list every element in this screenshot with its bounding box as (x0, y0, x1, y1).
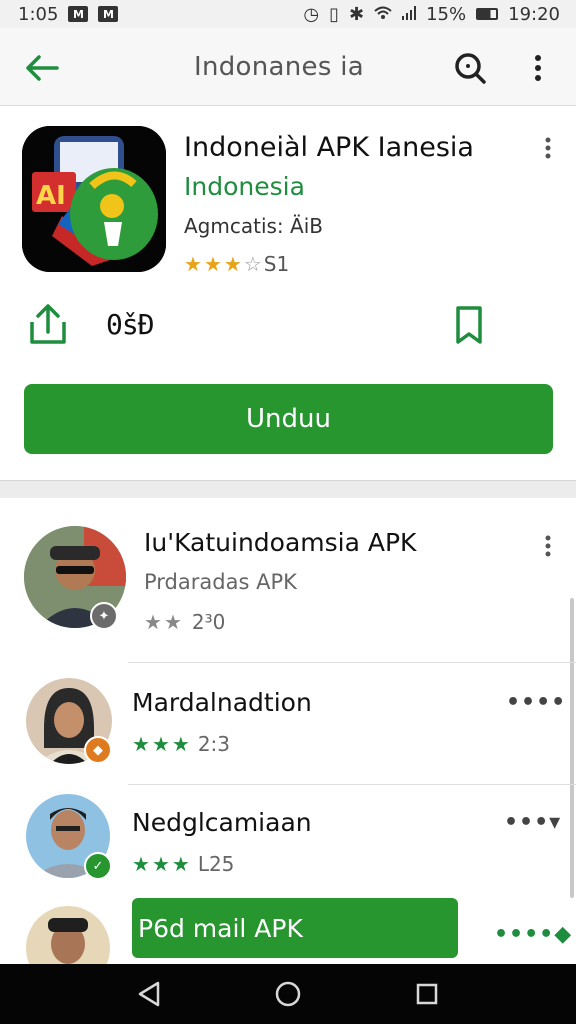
get-apk-button[interactable]: P6d mail APK (132, 898, 458, 958)
star-icon: ★ (223, 252, 242, 276)
star-icon: ★ (163, 610, 182, 634)
list-item-more-button[interactable]: •••▾ (504, 810, 561, 835)
search-button[interactable] (450, 48, 490, 88)
search-icon (455, 53, 486, 84)
app-size: 0šĐ (106, 308, 155, 341)
bookmark-icon (456, 306, 482, 344)
status-time-left: 1:05 (18, 3, 59, 25)
bluetooth-icon: ✱ (349, 3, 365, 25)
list-item-more-button[interactable]: •••• (506, 690, 566, 715)
more-vert-icon (545, 137, 551, 159)
battery-icon (476, 8, 499, 20)
star-icon: ★ (151, 732, 170, 756)
install-button[interactable]: Unduu (24, 384, 553, 454)
status-time-right: 19:20 (508, 3, 560, 25)
app-name: Indoneiàl APK Ianesia (184, 132, 474, 163)
check-badge-icon: ✓ (84, 852, 112, 880)
arrow-left-icon (26, 55, 59, 81)
system-nav-bar (0, 964, 576, 1024)
more-vert-icon (545, 535, 551, 557)
list-divider (128, 662, 576, 663)
list-item-rating: ★ ★ ★ 2:3 (132, 732, 230, 756)
status-bar-left: 1:05 M M (18, 3, 119, 25)
related-apps-list: ✦ Iu'Katuindoamsia APK Prdaradas APK ★ ★… (0, 498, 576, 964)
avatar[interactable] (26, 906, 110, 964)
star-icon: ★ (132, 852, 150, 876)
scrollbar[interactable] (570, 598, 574, 898)
list-item-more-button[interactable]: ••••◆ (494, 922, 572, 947)
list-item-rating-text: 2:3 (197, 732, 230, 756)
app-icon[interactable]: AI (22, 126, 166, 272)
vibrate-icon: ▯ (329, 3, 340, 25)
verified-badge-icon: ✦ (90, 602, 118, 630)
star-icon: ★ (144, 610, 162, 634)
nav-home-button[interactable] (268, 974, 308, 1014)
signal-icon (402, 4, 417, 25)
list-item-title[interactable]: Nedglcamiaan (132, 808, 312, 837)
star-icon: ★ (171, 732, 190, 756)
share-button[interactable] (24, 302, 72, 346)
app-developer-link[interactable]: Indonesia (184, 172, 305, 201)
orange-badge-icon: ◆ (84, 736, 112, 764)
status-bar-right: ◷ ▯ ✱ 15% 19:20 (303, 4, 560, 25)
app-card-menu-button[interactable] (536, 136, 560, 160)
more-vert-icon (535, 55, 541, 81)
back-button[interactable] (22, 50, 62, 86)
list-item-subtitle: Prdaradas APK (144, 570, 297, 594)
list-item-rating: ★ ★ 2³0 (144, 610, 225, 634)
list-item-title[interactable]: Mardalnadtion (132, 688, 312, 717)
app-bar: Indonanes ia (0, 28, 576, 106)
star-outline-icon: ☆ (243, 252, 262, 276)
star-icon: ★ (203, 252, 222, 276)
app-rating: ★ ★ ★ ☆ S1 (184, 252, 289, 276)
battery-percent: 15% (426, 3, 467, 25)
share-icon (30, 304, 66, 344)
overflow-menu-button[interactable] (520, 50, 556, 86)
star-icon: ★ (151, 852, 170, 876)
nav-back-button[interactable] (129, 974, 169, 1014)
notification-box-icon: M (98, 6, 119, 22)
person-photo-icon (26, 906, 110, 964)
app-details-card: AI Indoneiàl APK Ianesia Indonesia Agmca… (0, 106, 576, 480)
list-item-menu-button[interactable] (536, 534, 560, 558)
star-icon: ★ (184, 252, 202, 276)
wishlist-button[interactable] (452, 304, 486, 346)
star-icon: ★ (132, 732, 150, 756)
list-item-rating-text: L25 (197, 852, 235, 876)
list-item-title[interactable]: Iu'Katuindoamsia APK (144, 528, 416, 557)
nav-back-icon (139, 981, 160, 1007)
nav-recents-button[interactable] (407, 974, 447, 1014)
list-item-rating: ★ ★ ★ L25 (132, 852, 234, 876)
list-divider (128, 784, 576, 785)
section-divider (0, 480, 576, 498)
status-bar: 1:05 M M ◷ ▯ ✱ 15% 19:20 (0, 0, 576, 28)
page-title: Indonanes ia (194, 52, 365, 82)
app-logo-icon: AI (22, 126, 166, 272)
star-icon: ★ (171, 852, 190, 876)
svg-text:AI: AI (36, 181, 66, 211)
nav-recents-icon (416, 983, 437, 1005)
app-category: Agmcatis: ÄiB (184, 214, 323, 238)
list-item-rating-text: 2³0 (191, 610, 226, 634)
alarm-icon: ◷ (303, 3, 320, 25)
wifi-icon (374, 4, 392, 25)
app-rating-count: S1 (263, 252, 290, 276)
notification-m-icon: M (68, 6, 89, 22)
nav-home-icon (275, 981, 301, 1007)
